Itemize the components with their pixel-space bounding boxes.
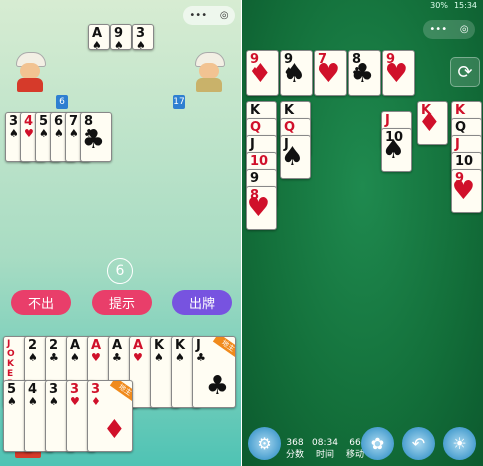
card-suit-icon: ♦ (91, 395, 101, 408)
playing-card: 9 ♠ (110, 24, 132, 50)
card-suit-icon: ♠ (69, 127, 79, 140)
hint-button[interactable]: 提示 (92, 290, 152, 315)
play-button[interactable]: 出牌 (172, 290, 232, 315)
opponent-right-avatar (191, 52, 227, 92)
card-suit-icon: ♣ (49, 351, 59, 364)
score-label: 分数 (286, 450, 305, 460)
card-suit-icon: ♠ (92, 39, 102, 50)
playing-card: 8 ♣ ♣ (348, 50, 381, 96)
card-suit-large-icon: ♣ (205, 371, 229, 401)
card-suit-large-icon: ♦ (248, 59, 272, 89)
time-value: 08:34 (312, 438, 338, 448)
playing-card[interactable]: K ♦ ♦ (417, 101, 448, 145)
playing-card: 9 ♠ ♠ (280, 50, 313, 96)
card-suit-icon: ♥ (133, 351, 143, 364)
doudizhu-panel: ••• ◎ 6 17 6 不出 提示 出牌 A ♠ 9 ♠ 3 ♠ 3 ♠ 4 ♥ 5 ♠ 6 ♠ 7 ♠ 8 ♣… (0, 0, 241, 466)
close-target-icon[interactable]: ◎ (220, 10, 229, 21)
battery-level: 30% (430, 1, 448, 10)
card-suit-icon: ♥ (70, 395, 80, 408)
card-suit-large-icon: ♥ (451, 176, 475, 206)
card-suit-icon: ♠ (70, 351, 80, 364)
card-suit-large-icon: ♥ (384, 59, 408, 89)
card-suit-large-icon: ♣ (350, 59, 374, 89)
card-suit-icon: ♠ (114, 39, 124, 50)
card-suit-large-icon: ♦ (417, 108, 441, 138)
close-target-icon[interactable]: ◎ (460, 24, 469, 35)
card-suit-icon: ♠ (154, 351, 164, 364)
card-suit-large-icon: ♦ (102, 415, 126, 445)
time-label: 时间 (315, 450, 334, 460)
card-suit-large-icon: ♣ (81, 125, 105, 155)
opponent-left-card-count: 6 (56, 95, 68, 109)
pass-button[interactable]: 不出 (11, 290, 71, 315)
moves-value: 66 (349, 438, 361, 448)
settings-icon[interactable]: ⚙ (248, 427, 281, 460)
clock: 15:34 (453, 1, 477, 10)
miniapp-capsule[interactable]: ••• ◎ (423, 20, 475, 39)
card-suit-icon: ♠ (9, 127, 19, 140)
card-suit-icon: ♣ (196, 351, 206, 364)
playing-card[interactable]: 10 ♠ ♠ (381, 128, 412, 172)
landlord-badge: 地主 (212, 337, 235, 359)
undo-icon[interactable]: ↶ (402, 427, 435, 460)
card-suit-icon: ♠ (7, 395, 17, 408)
time-stat: 08:34 时间 (312, 437, 338, 461)
playing-card: 9 ♥ ♥ (382, 50, 415, 96)
moves-label: 移动 (345, 450, 364, 460)
lightbulb-icon[interactable]: ☀ (443, 427, 476, 460)
gift-icon[interactable]: ✿ (361, 427, 394, 460)
playing-card: 9 ♦ ♦ (246, 50, 279, 96)
more-icon[interactable]: ••• (429, 24, 447, 35)
card-suit-large-icon: ♠ (280, 142, 304, 172)
card-suit-icon: ♣ (112, 351, 122, 364)
opponent-right-card-count: 17 (173, 95, 185, 109)
card-suit-icon: ♥ (91, 351, 101, 364)
status-bar: 30% 15:34 (430, 1, 477, 10)
landlord-badge: 地主 (109, 381, 132, 403)
game-stats: 368 分数 08:34 时间 66 移动 (286, 437, 364, 461)
card-suit-large-icon: ♠ (282, 59, 306, 89)
turn-timer: 6 (107, 258, 133, 284)
playing-card: 7 ♥ ♥ (314, 50, 347, 96)
playing-card: 8 ♣ ♣ (80, 112, 112, 162)
playing-card[interactable]: J ♠ ♠ (280, 135, 311, 179)
opponent-left-avatar (12, 52, 48, 92)
card-suit-large-icon: ♥ (246, 193, 270, 223)
card-suit-icon: ♠ (136, 39, 146, 50)
playing-card: A ♠ (88, 24, 110, 50)
card-suit-icon: ♠ (175, 351, 185, 364)
card-suit-large-icon: ♥ (316, 59, 340, 89)
card-suit-icon: ♠ (54, 127, 64, 140)
card-suit-icon: ♠ (28, 351, 38, 364)
card-suit-icon: ♠ (49, 395, 59, 408)
playing-card[interactable]: 3 ♦ ♦ 地主 (87, 380, 133, 452)
card-suit-icon: ♠ (39, 127, 49, 140)
playing-card[interactable]: 9 ♥ ♥ (451, 169, 482, 213)
score-stat: 368 分数 (286, 437, 304, 461)
card-suit-icon: ♥ (24, 127, 34, 140)
more-icon[interactable]: ••• (189, 10, 207, 21)
playing-card: 3 ♠ (132, 24, 154, 50)
card-suit-large-icon: ♠ (381, 135, 405, 165)
refresh-icon[interactable]: ⟳ (450, 57, 480, 87)
card-suit-icon: ♠ (28, 395, 38, 408)
miniapp-capsule[interactable]: ••• ◎ (183, 6, 235, 25)
playing-card[interactable]: J ♣ ♣ 地主 (192, 336, 236, 408)
score-value: 368 (286, 438, 304, 448)
playing-card[interactable]: 8 ♥ ♥ (246, 186, 277, 230)
